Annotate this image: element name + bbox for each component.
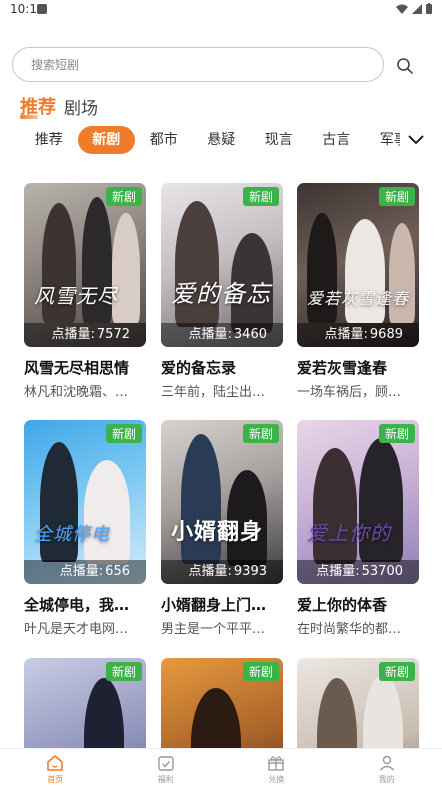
view-count-value: 53700 xyxy=(361,564,403,579)
view-count: 点播量: 7572 xyxy=(24,323,146,347)
drama-poster[interactable]: 小婿翻身 新剧 点播量: 9393 xyxy=(161,420,283,584)
view-count-label: 点播量: xyxy=(188,564,232,579)
drama-desc: 在时尚繁华的都… xyxy=(297,622,402,637)
view-count-value: 9393 xyxy=(233,564,267,579)
poster-title-art: 风雪无尽 xyxy=(34,284,118,308)
category-chip-recommend[interactable]: 推荐 xyxy=(20,126,78,154)
tab-underline xyxy=(20,115,38,119)
view-count: 点播量: 53700 xyxy=(297,560,419,584)
view-count: 点播量: 9393 xyxy=(161,560,283,584)
drama-desc: 一场车祸后，顾… xyxy=(297,385,402,400)
nav-mine-label: 我的 xyxy=(378,775,395,784)
poster-title-art: 小婿翻身 xyxy=(171,519,264,545)
drama-title: 小婿翻身上门… xyxy=(161,596,267,614)
nav-exchange[interactable]: 兑换 xyxy=(221,749,332,786)
search-box[interactable] xyxy=(12,47,384,82)
new-badge: 新剧 xyxy=(378,187,415,206)
view-count-label: 点播量: xyxy=(59,564,104,579)
poster-title-art: 全城停电 xyxy=(34,524,110,545)
view-count: 点播量: 9689 xyxy=(297,323,419,347)
wifi-icon xyxy=(396,4,408,14)
new-badge: 新剧 xyxy=(378,424,415,443)
view-count-value: 656 xyxy=(105,564,130,579)
notification-icon xyxy=(37,4,47,14)
search-input[interactable] xyxy=(13,48,383,81)
drama-poster[interactable]: 风雪无尽 新剧 点播量: 7572 xyxy=(24,183,146,347)
category-chip-urban[interactable]: 都市 xyxy=(135,126,193,154)
drama-desc: 林凡和沈晚霜、… xyxy=(24,385,129,400)
new-badge: 新剧 xyxy=(242,187,279,206)
drama-card[interactable]: 全城停电 新剧 点播量: 656 全城停电，我… 叶凡是天才电网… xyxy=(24,420,146,637)
drama-title: 爱上你的体香 xyxy=(297,596,388,614)
chevron-down-icon[interactable] xyxy=(406,131,426,147)
view-count-label: 点播量: xyxy=(324,327,368,342)
gift-icon xyxy=(268,756,284,771)
drama-card[interactable]: 爱的备忘 新剧 点播量: 3460 爱的备忘录 三年前，陆尘出… xyxy=(161,183,283,400)
nav-exchange-label: 兑换 xyxy=(268,775,285,784)
status-indicators xyxy=(396,3,432,14)
nav-welfare[interactable]: 福利 xyxy=(111,749,222,786)
home-icon xyxy=(47,755,64,771)
nav-home-label: 首页 xyxy=(47,775,64,784)
category-chip-new[interactable]: 新剧 xyxy=(77,126,135,154)
drama-desc: 三年前，陆尘出… xyxy=(161,385,266,400)
new-badge: 新剧 xyxy=(378,662,415,681)
nav-mine[interactable]: 我的 xyxy=(332,749,442,786)
new-badge: 新剧 xyxy=(105,662,142,681)
drama-card[interactable]: 小婿翻身 新剧 点播量: 9393 小婿翻身上门… 男主是一个平平… xyxy=(161,420,283,637)
bottom-nav: 首页 福利 兑换 我的 xyxy=(0,748,442,786)
battery-icon xyxy=(426,3,432,14)
drama-card[interactable]: 爱若灰雪逢春 新剧 点播量: 9689 爱若灰雪逢春 一场车祸后，顾… xyxy=(297,183,419,400)
category-chip-ancient-romance[interactable]: 古言 xyxy=(308,126,366,154)
new-badge: 新剧 xyxy=(242,424,279,443)
view-count: 点播量: 656 xyxy=(24,560,146,584)
poster-title-art: 爱的备忘 xyxy=(171,280,271,308)
signal-icon xyxy=(412,3,422,14)
view-count-label: 点播量: xyxy=(51,327,95,342)
drama-title: 全城停电，我… xyxy=(24,596,130,614)
user-icon xyxy=(379,755,394,771)
status-bar: 10:19 xyxy=(0,0,442,20)
drama-desc: 男主是一个平平… xyxy=(161,622,266,637)
new-badge: 新剧 xyxy=(105,187,142,206)
new-badge: 新剧 xyxy=(105,424,142,443)
view-count-value: 7572 xyxy=(96,327,130,342)
view-count-value: 3460 xyxy=(233,327,267,342)
view-count-label: 点播量: xyxy=(316,564,360,579)
new-badge: 新剧 xyxy=(242,662,279,681)
view-count-value: 9689 xyxy=(369,327,403,342)
search-icon[interactable] xyxy=(396,57,414,75)
drama-title: 爱的备忘录 xyxy=(161,359,237,377)
tab-theater[interactable]: 剧场 xyxy=(64,94,98,119)
drama-card[interactable]: 风雪无尽 新剧 点播量: 7572 风雪无尽相思情 林凡和沈晚霜、… xyxy=(24,183,146,400)
drama-card[interactable]: 爱上你的 新剧 点播量: 53700 爱上你的体香 在时尚繁华的都… xyxy=(297,420,419,637)
drama-title: 爱若灰雪逢春 xyxy=(297,359,388,377)
category-chip-suspense[interactable]: 悬疑 xyxy=(193,126,251,154)
drama-desc: 叶凡是天才电网… xyxy=(24,622,129,637)
category-chip-military[interactable]: 军事 xyxy=(365,126,400,154)
view-count-label: 点播量: xyxy=(188,327,232,342)
nav-welfare-label: 福利 xyxy=(157,775,174,784)
nav-home[interactable]: 首页 xyxy=(0,749,111,786)
category-row: 推荐 新剧 都市 悬疑 现言 古言 军事 xyxy=(20,126,400,154)
drama-poster[interactable]: 爱若灰雪逢春 新剧 点播量: 9689 xyxy=(297,183,419,347)
drama-poster[interactable]: 全城停电 新剧 点播量: 656 xyxy=(24,420,146,584)
drama-title: 风雪无尽相思情 xyxy=(24,359,130,377)
category-chip-modern-romance[interactable]: 现言 xyxy=(250,126,308,154)
poster-title-art: 爱若灰雪逢春 xyxy=(307,289,410,308)
view-count: 点播量: 3460 xyxy=(161,323,283,347)
drama-poster[interactable]: 爱的备忘 新剧 点播量: 3460 xyxy=(161,183,283,347)
calendar-check-icon xyxy=(158,756,174,771)
drama-poster[interactable]: 爱上你的 新剧 点播量: 53700 xyxy=(297,420,419,584)
poster-title-art: 爱上你的 xyxy=(307,521,391,545)
